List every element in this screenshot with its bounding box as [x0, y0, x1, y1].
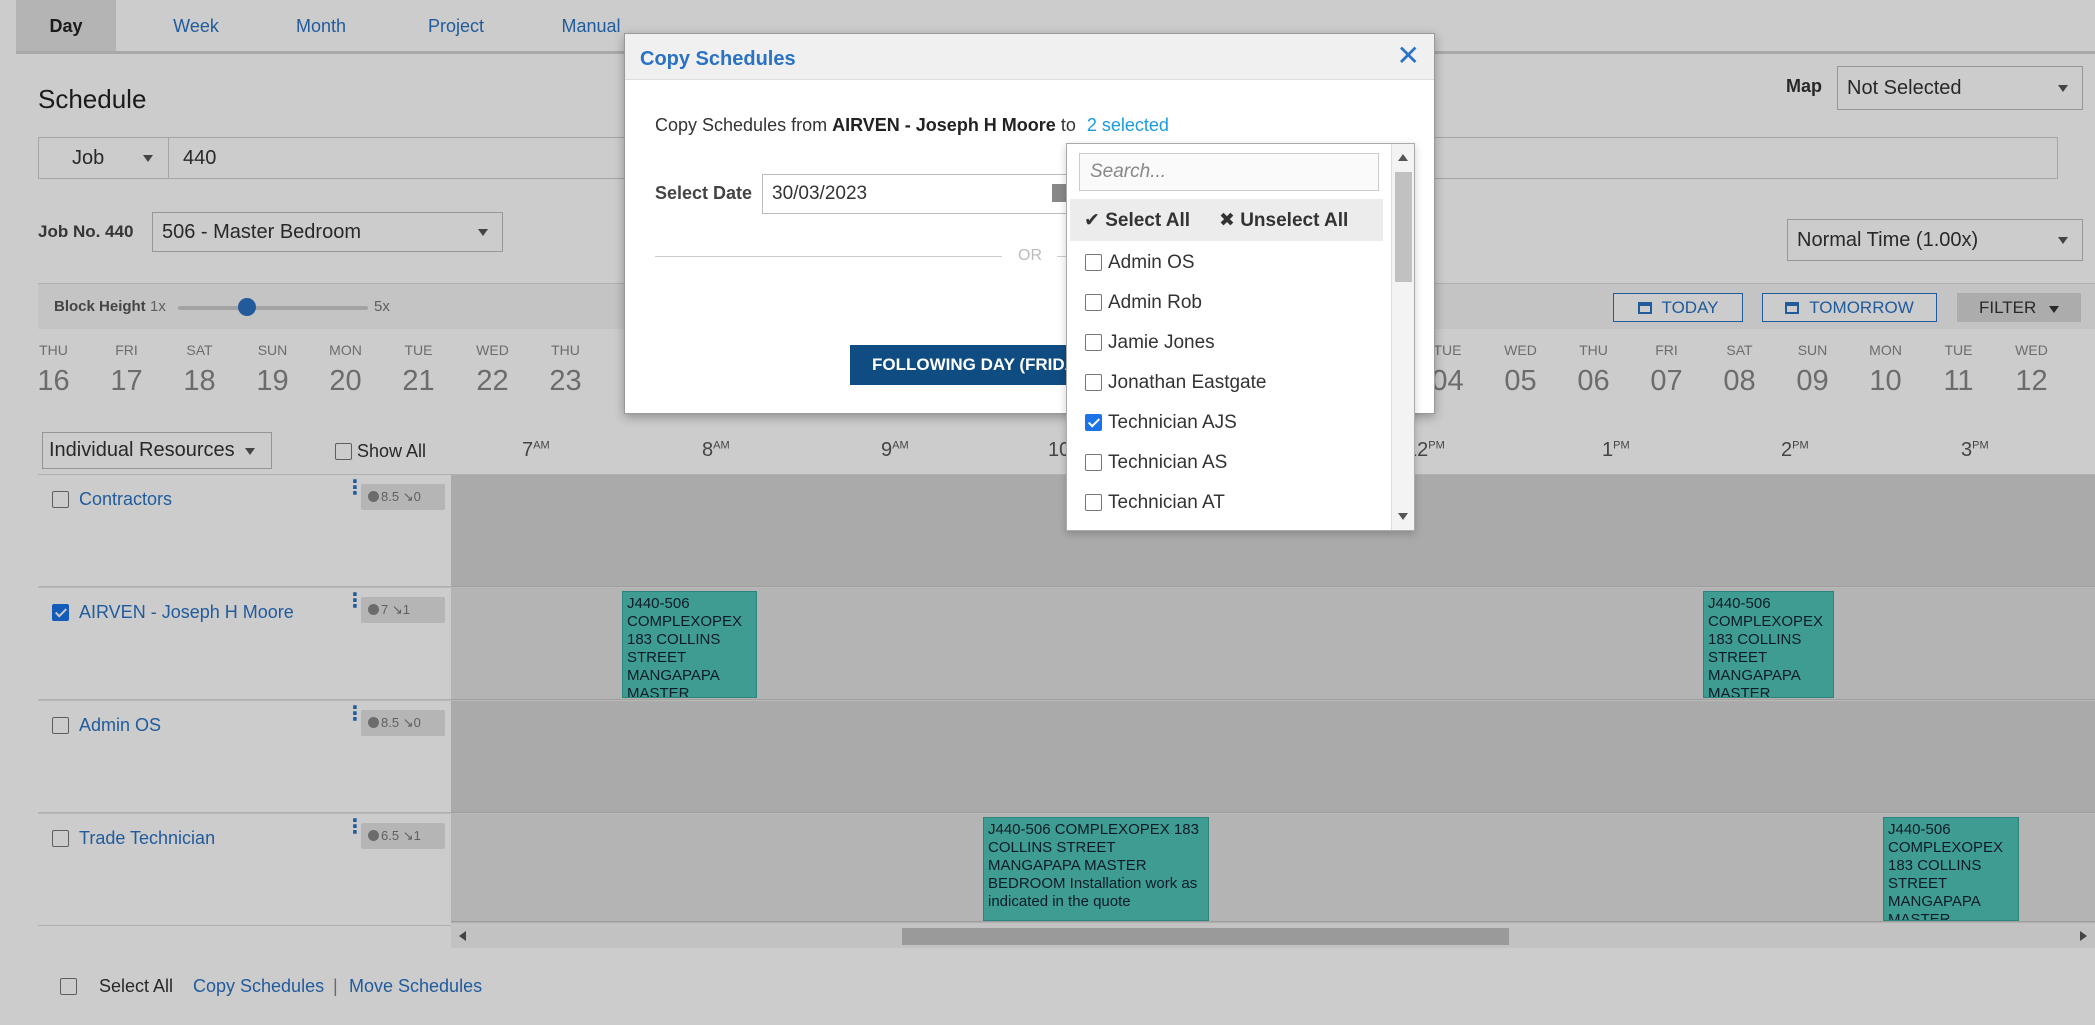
dropdown-scrollbar[interactable]: [1391, 144, 1414, 530]
date-input[interactable]: 30/03/2023: [762, 174, 1072, 214]
target-multiselect[interactable]: 2 selected: [1087, 115, 1169, 135]
scrollbar-thumb[interactable]: [1395, 172, 1412, 282]
option-checkbox[interactable]: [1085, 254, 1102, 271]
copy-to: to: [1060, 115, 1076, 135]
close-icon[interactable]: ✕: [1397, 42, 1420, 70]
dropdown-actions: ✔ Select All ✖ Unselect All: [1070, 199, 1383, 241]
or-separator: OR: [1018, 247, 1042, 264]
cross-icon: ✖: [1219, 210, 1235, 231]
option-checkbox[interactable]: [1085, 374, 1102, 391]
resource-multiselect-dropdown: Search... ✔ Select All ✖ Unselect All Ad…: [1066, 143, 1415, 531]
option-checkbox[interactable]: [1085, 294, 1102, 311]
dropdown-option[interactable]: Jonathan Eastgate: [1085, 372, 1266, 394]
dropdown-option[interactable]: Technician AJS: [1085, 412, 1237, 434]
check-icon: ✔: [1084, 210, 1100, 231]
following-day-button[interactable]: FOLLOWING DAY (FRIDAY): [850, 345, 1090, 385]
option-checkbox[interactable]: [1085, 454, 1102, 471]
scroll-up-icon[interactable]: [1398, 154, 1408, 161]
dropdown-option[interactable]: Admin OS: [1085, 252, 1195, 274]
dropdown-option[interactable]: Admin Rob: [1085, 292, 1202, 314]
dialog-title: Copy Schedules: [640, 48, 796, 70]
select-date-label: Select Date: [655, 183, 753, 203]
divider: [655, 256, 1002, 257]
dropdown-search-input[interactable]: Search...: [1079, 153, 1379, 191]
unselect-all-option[interactable]: ✖ Unselect All: [1219, 209, 1348, 232]
option-checkbox[interactable]: [1085, 414, 1102, 431]
dropdown-option[interactable]: Jamie Jones: [1085, 332, 1215, 354]
option-checkbox[interactable]: [1085, 334, 1102, 351]
copy-source: AIRVEN - Joseph H Moore: [832, 115, 1056, 135]
select-all-option[interactable]: ✔ Select All: [1084, 209, 1190, 232]
dropdown-option[interactable]: Technician AS: [1085, 452, 1227, 474]
scroll-down-icon[interactable]: [1398, 513, 1408, 520]
option-checkbox[interactable]: [1085, 494, 1102, 511]
copy-description: Copy Schedules from AIRVEN - Joseph H Mo…: [655, 115, 1169, 136]
dialog-header: Copy Schedules ✕: [625, 34, 1434, 80]
calendar-icon[interactable]: [1052, 184, 1066, 202]
copy-prefix: Copy Schedules from: [655, 115, 828, 135]
dropdown-option[interactable]: Technician AT: [1085, 492, 1225, 514]
